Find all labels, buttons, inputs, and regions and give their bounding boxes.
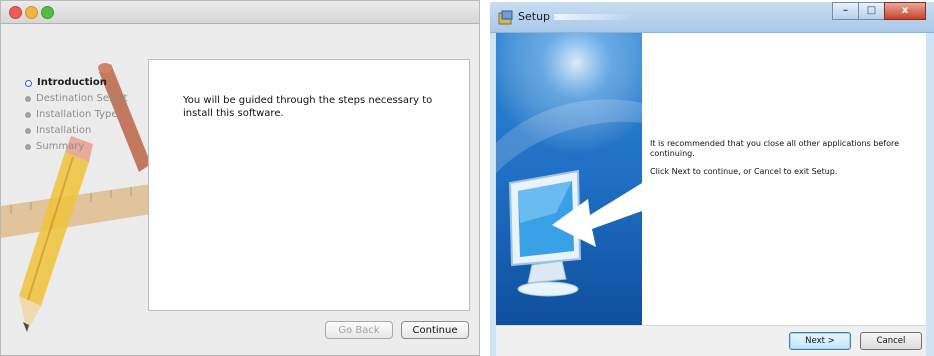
intro-message: You will be guided through the steps nec… [183, 95, 433, 119]
installer-steps-list: Introduction Destination Select Installa… [25, 75, 127, 155]
minimize-window-button[interactable] [25, 6, 38, 19]
wizard-footer: Next > Cancel [496, 325, 926, 356]
win-titlebar[interactable]: Setup - – □ x [490, 2, 934, 33]
step-installation: Installation [25, 123, 127, 139]
zoom-window-button[interactable] [41, 6, 54, 19]
mac-titlebar[interactable] [1, 1, 479, 24]
step-installation-type: Installation Type [25, 107, 127, 123]
window-title: Setup - [518, 10, 558, 23]
windows-setup-window: Setup - – □ x It is recommended that you… [490, 2, 934, 356]
monitor-setup-icon [496, 33, 642, 325]
step-destination-select: Destination Select [25, 91, 127, 107]
close-window-button[interactable] [9, 6, 22, 19]
close-apps-message: It is recommended that you close all oth… [650, 139, 900, 158]
step-introduction: Introduction [25, 75, 127, 91]
mac-installer-window: Introduction Destination Select Installa… [0, 0, 480, 356]
go-back-button[interactable]: Go Back [325, 321, 393, 339]
step-bullet-icon [25, 128, 31, 134]
minimize-button[interactable]: – [832, 2, 858, 20]
step-bullet-icon [25, 112, 31, 118]
wizard-body: It is recommended that you close all oth… [496, 33, 926, 325]
maximize-button[interactable]: □ [858, 2, 884, 20]
setup-app-icon [498, 10, 513, 25]
current-step-bullet-icon [25, 79, 32, 87]
step-bullet-icon [25, 144, 31, 150]
next-cancel-instructions: Click Next to continue, or Cancel to exi… [650, 167, 838, 176]
next-button[interactable]: Next > [789, 332, 851, 350]
continue-button[interactable]: Continue [401, 321, 469, 339]
close-button[interactable]: x [884, 2, 926, 20]
pencil-ruler-brush-icon [1, 63, 151, 332]
window-controls: – □ x [832, 2, 926, 22]
title-blur-decoration [554, 14, 634, 20]
cancel-button[interactable]: Cancel [860, 332, 922, 350]
mac-content-panel: You will be guided through the steps nec… [148, 59, 470, 311]
step-bullet-icon [25, 96, 31, 102]
step-summary: Summary [25, 139, 127, 155]
